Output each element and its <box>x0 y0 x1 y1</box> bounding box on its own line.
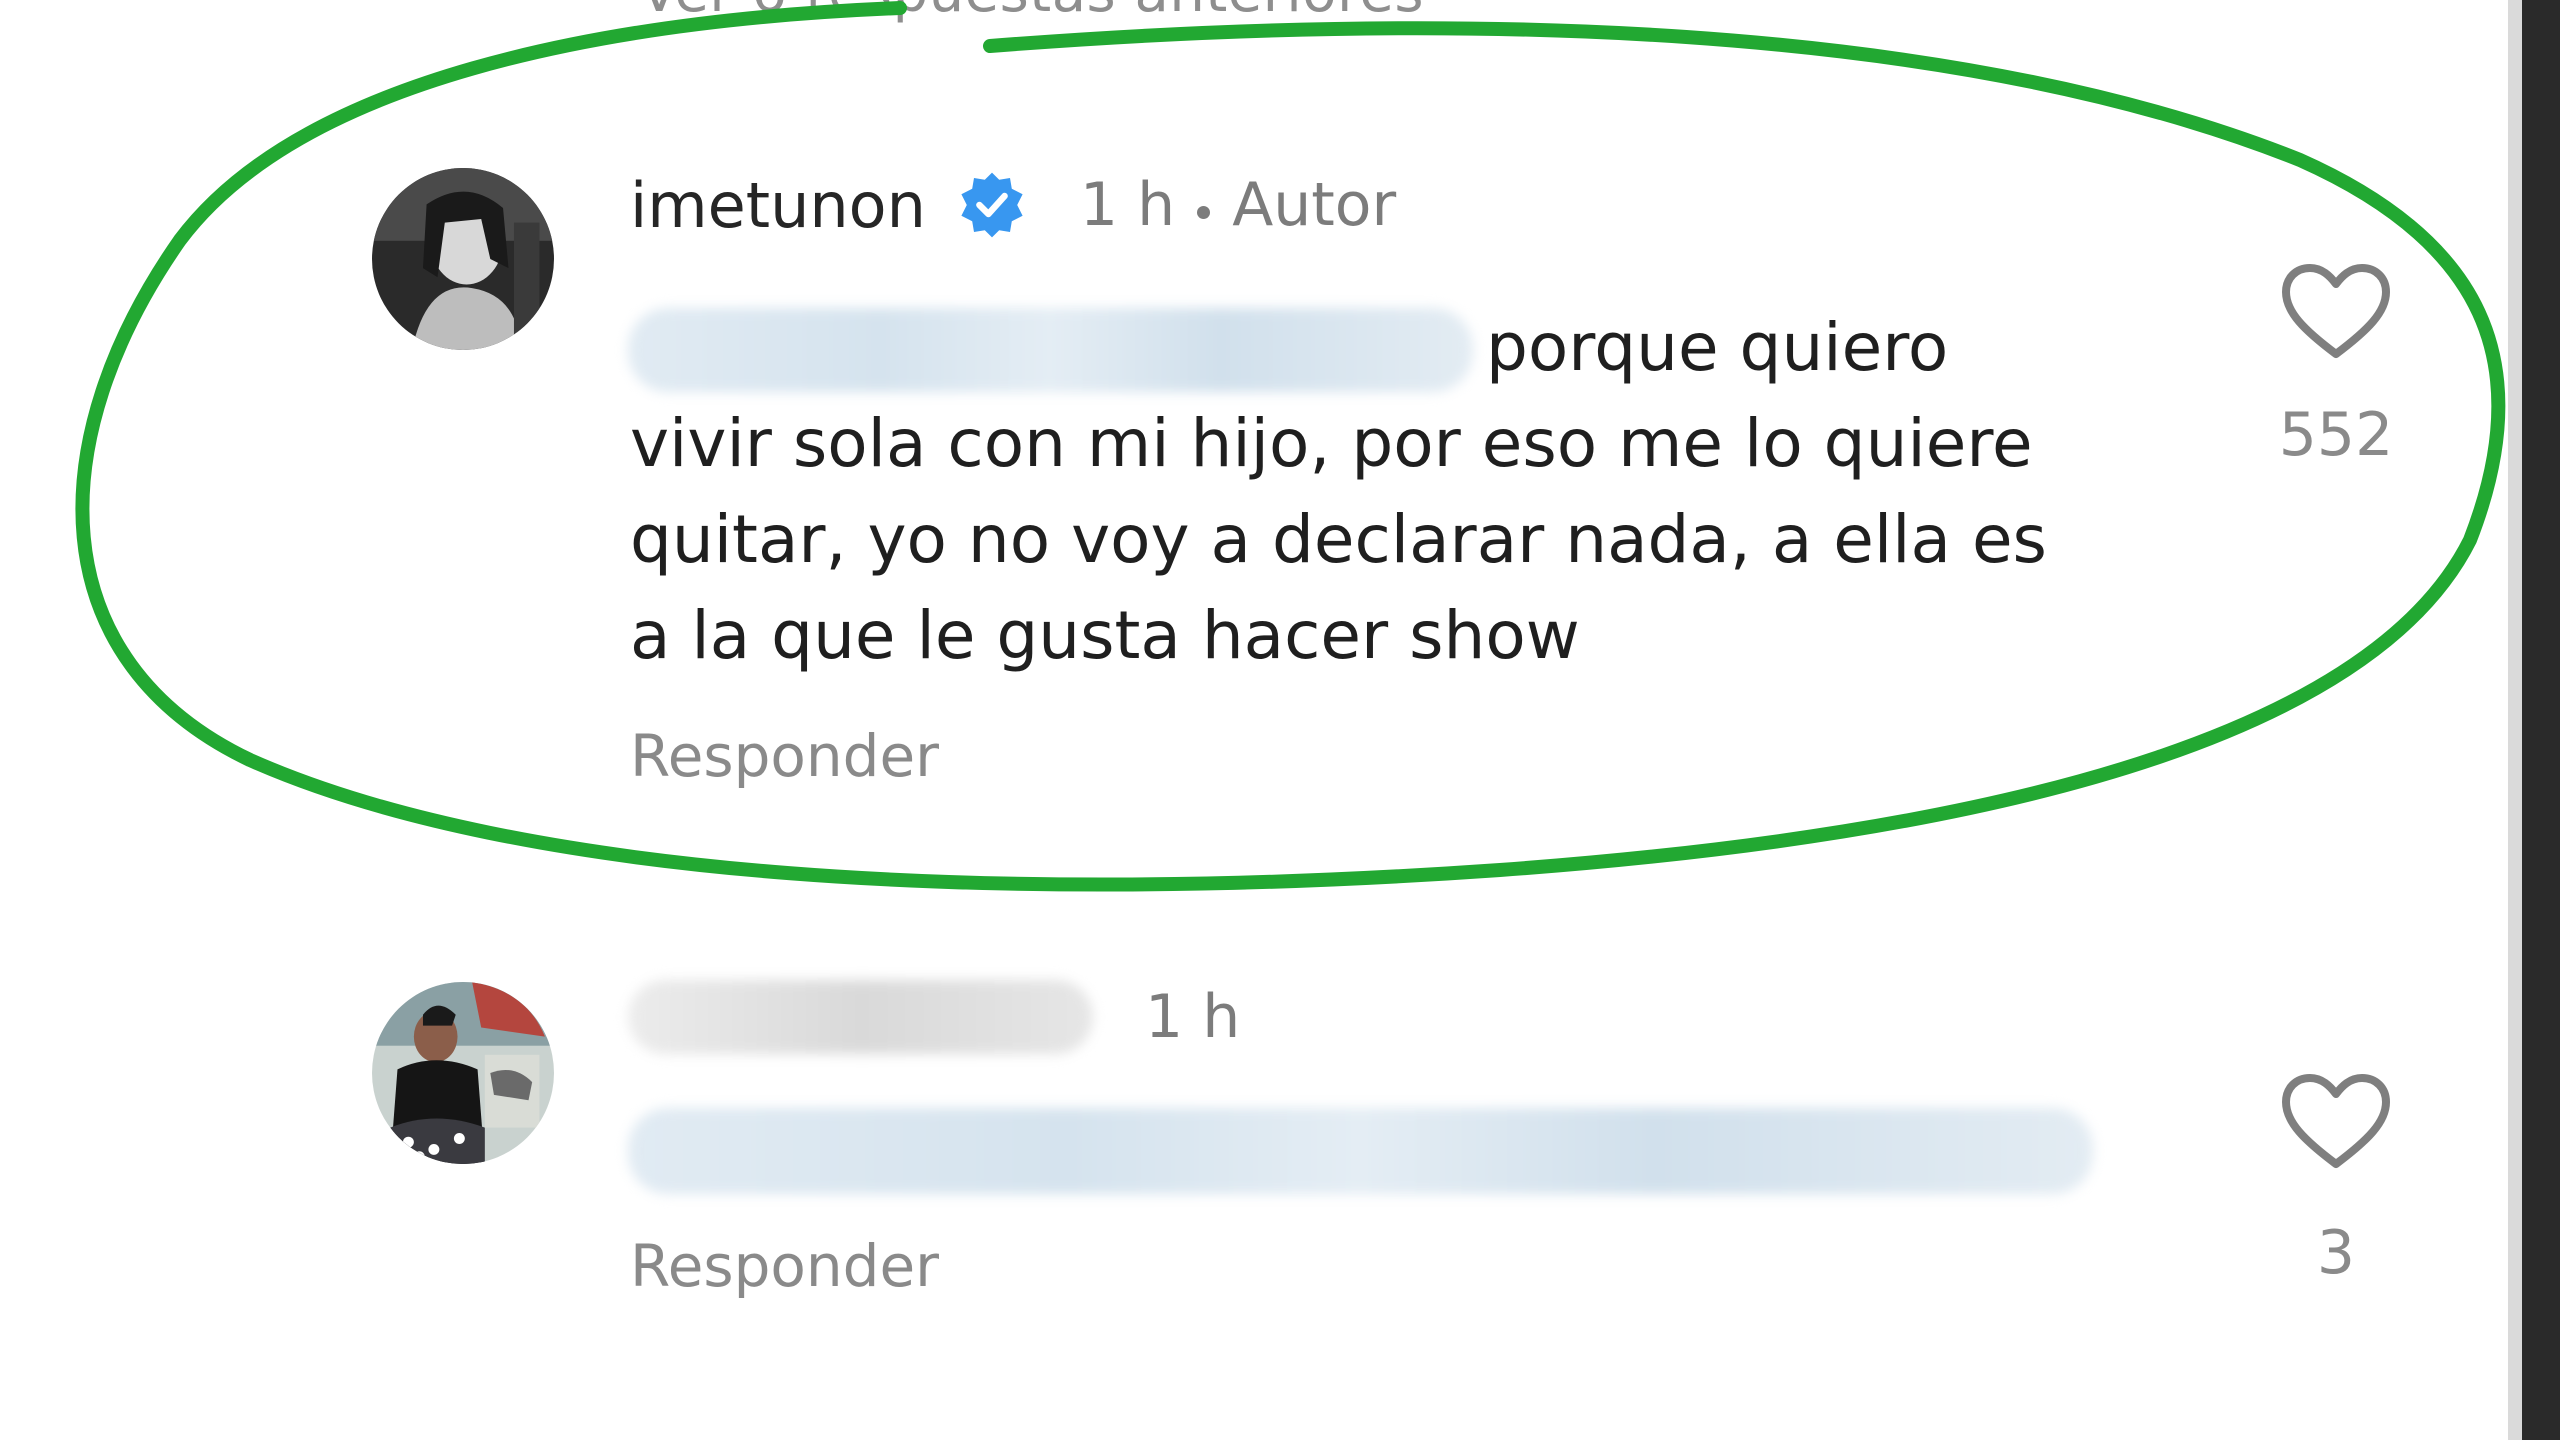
username[interactable]: imetunon <box>630 169 926 242</box>
comment-header: imetunon 1 h Autor <box>630 160 1396 250</box>
comment-header: 1 h <box>630 972 1240 1062</box>
redacted-text <box>628 308 1473 392</box>
like-count: 552 <box>2278 400 2394 470</box>
avatar[interactable] <box>372 168 554 350</box>
avatar-photo <box>372 982 554 1164</box>
reply-button[interactable]: Responder <box>630 722 939 790</box>
avatar-photo <box>372 168 554 350</box>
screen-edge <box>2522 0 2560 1440</box>
redacted-text <box>628 1108 2093 1194</box>
comment-time: 1 h <box>1079 170 1176 240</box>
comment-time: 1 h <box>1145 982 1241 1052</box>
comment-text-line: quitar, yo no voy a declarar nada, a ell… <box>630 501 2047 578</box>
comment-text-line: a la que le gusta hacer show <box>630 597 1580 674</box>
author-badge: Autor <box>1232 170 1397 240</box>
heart-icon[interactable] <box>2280 262 2392 362</box>
verified-badge-icon <box>956 169 1028 241</box>
reply-button[interactable]: Responder <box>630 1232 939 1300</box>
like-count: 3 <box>2316 1218 2356 1288</box>
comment-text-line: porque quiero <box>1486 309 1949 386</box>
screen-edge-line <box>2508 0 2522 1440</box>
avatar[interactable] <box>372 982 554 1164</box>
separator-dot <box>1197 205 1211 219</box>
view-previous-replies-link[interactable]: Ver 6 respuestas anteriores <box>640 0 1424 25</box>
heart-icon[interactable] <box>2280 1072 2392 1172</box>
comment-text-line: vivir sola con mi hijo, por eso me lo qu… <box>630 405 2033 482</box>
